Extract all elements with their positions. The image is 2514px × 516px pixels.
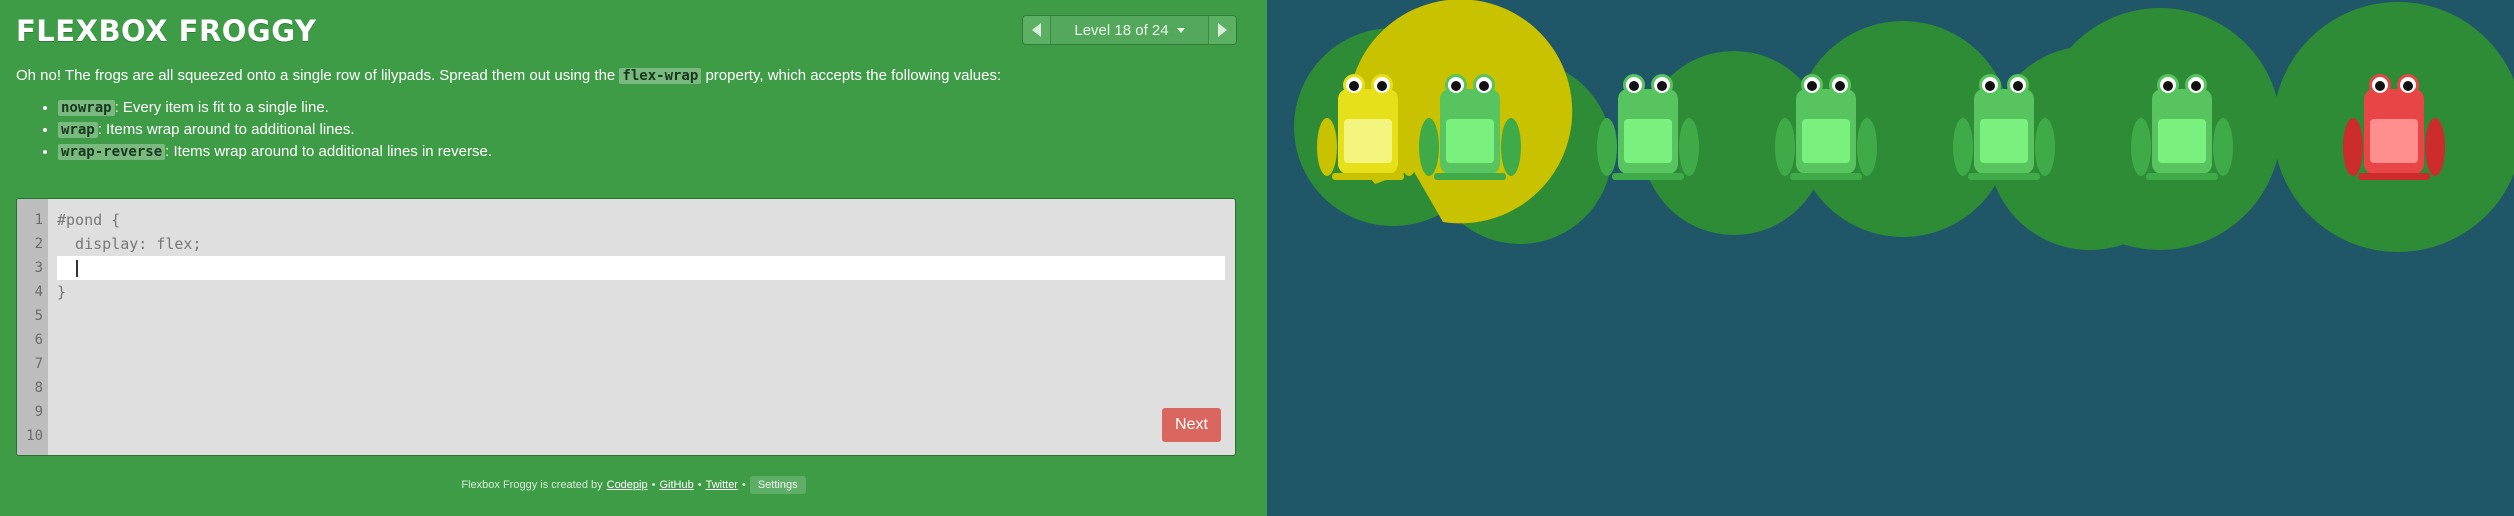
github-link[interactable]: GitHub (659, 479, 693, 491)
line-number: 7 (34, 356, 43, 372)
line-number: 1 (34, 212, 43, 228)
twitter-link[interactable]: Twitter (706, 479, 738, 491)
code-line-closing: } (57, 283, 67, 301)
pond-board (1267, 0, 2514, 516)
level-dropdown[interactable]: Level 18 of 24 (1051, 16, 1208, 44)
value-description: : Items wrap around to additional lines … (165, 143, 492, 160)
next-level-arrow-button[interactable] (1208, 16, 1236, 44)
instructions-intro: Oh no! The frogs are all squeezed onto a… (16, 66, 1246, 86)
list-item: wrap: Items wrap around to additional li… (58, 120, 1246, 140)
level-navigation: Level 18 of 24 (1022, 15, 1237, 45)
line-number: 8 (34, 380, 43, 396)
value-code: nowrap (58, 100, 115, 116)
level-label: Level 18 of 24 (1074, 21, 1169, 39)
list-item: wrap-reverse: Items wrap around to addit… (58, 142, 1246, 162)
line-number-gutter: 1 2 3 4 5 6 7 8 9 10 (17, 199, 48, 455)
separator: • (697, 479, 702, 491)
property-code: flex-wrap (619, 68, 702, 84)
value-code: wrap-reverse (58, 144, 166, 160)
previous-level-button[interactable] (1023, 16, 1051, 44)
intro-text-end: property, which accepts the following va… (701, 67, 1002, 84)
css-code-input[interactable] (57, 256, 1225, 280)
value-description: : Items wrap around to additional lines. (97, 121, 355, 138)
list-item: nowrap: Every item is fit to a single li… (58, 98, 1246, 118)
css-editor: 1 2 3 4 5 6 7 8 9 10 #pond { display: fl… (16, 198, 1236, 456)
codepip-link[interactable]: Codepip (607, 479, 648, 491)
pond-svg (1294, 0, 2514, 252)
separator: • (741, 479, 746, 491)
instructions: Oh no! The frogs are all squeezed onto a… (16, 66, 1246, 164)
line-number: 10 (26, 428, 43, 444)
value-description: : Every item is fit to a single line. (114, 99, 329, 116)
intro-text: Oh no! The frogs are all squeezed onto a… (16, 67, 620, 84)
app-title: FLEXBOX FROGGY (16, 14, 317, 48)
caret-down-icon (1176, 27, 1185, 33)
next-button[interactable]: Next (1162, 408, 1221, 442)
values-list: nowrap: Every item is fit to a single li… (16, 98, 1246, 162)
arrow-left-icon (1032, 23, 1041, 37)
text-cursor (76, 260, 78, 277)
line-number: 3 (34, 260, 43, 276)
arrow-right-icon (1218, 23, 1227, 37)
line-number: 9 (34, 404, 43, 420)
value-code: wrap (58, 122, 98, 138)
line-number: 4 (34, 284, 43, 300)
line-number: 5 (34, 308, 43, 324)
separator: • (651, 479, 656, 491)
code-line-display: display: flex; (57, 235, 202, 253)
credits-text: Flexbox Froggy is created by (461, 479, 603, 491)
settings-button[interactable]: Settings (749, 476, 806, 494)
line-number: 2 (34, 236, 43, 252)
code-line-selector: #pond { (57, 211, 121, 229)
line-number: 6 (34, 332, 43, 348)
footer: Flexbox Froggy is created by Codepip • G… (0, 476, 1267, 494)
sidebar-panel: FLEXBOX FROGGY Level 18 of 24 Oh no! The… (0, 0, 1267, 516)
